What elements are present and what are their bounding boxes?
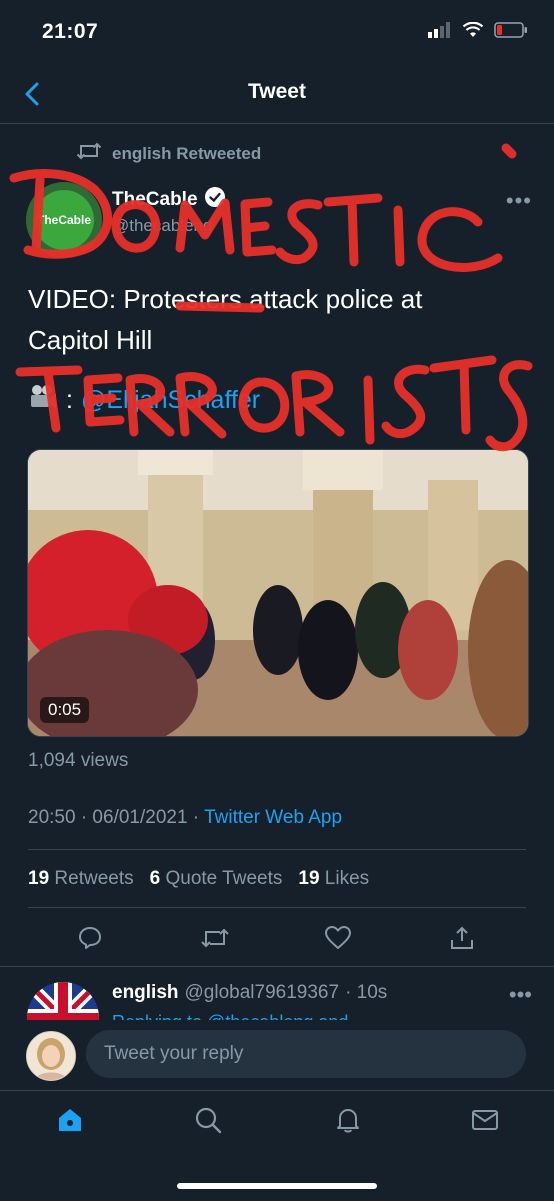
actions-divider bbox=[0, 966, 554, 967]
retweet-context[interactable]: english Retweeted bbox=[76, 140, 261, 167]
user-avatar-image bbox=[27, 1032, 75, 1080]
tab-home[interactable] bbox=[52, 1104, 88, 1140]
like-button[interactable] bbox=[318, 922, 358, 958]
tweet-time: 20:50 · 06/01/2021 · bbox=[28, 807, 205, 828]
retweet-icon bbox=[76, 140, 102, 167]
camera-icon bbox=[28, 383, 58, 418]
tweet-source-link[interactable]: Twitter Web App bbox=[204, 807, 342, 828]
status-time: 21:07 bbox=[42, 20, 99, 43]
reply-button[interactable] bbox=[70, 922, 110, 958]
reply-input[interactable]: Tweet your reply bbox=[86, 1030, 526, 1078]
battery-icon bbox=[494, 22, 528, 43]
header-divider bbox=[0, 123, 554, 124]
tweet-credit: : @ElijahSchaffer bbox=[28, 383, 260, 418]
retweet-button[interactable] bbox=[195, 922, 235, 958]
mail-icon bbox=[470, 1105, 500, 1140]
bell-icon bbox=[333, 1105, 363, 1140]
home-indicator bbox=[177, 1183, 377, 1189]
retweet-label: english Retweeted bbox=[112, 143, 262, 163]
tab-search[interactable] bbox=[190, 1104, 226, 1140]
author-name-row[interactable]: TheCable bbox=[112, 186, 226, 214]
verified-icon bbox=[204, 186, 226, 214]
credit-handle-link[interactable]: @ElijahSchaffer bbox=[81, 386, 260, 415]
search-icon bbox=[193, 1105, 223, 1140]
quotes-stat[interactable]: 6 Quote Tweets bbox=[150, 868, 283, 890]
signal-icon bbox=[428, 22, 452, 43]
like-icon bbox=[324, 925, 352, 956]
home-icon bbox=[55, 1105, 85, 1140]
user-avatar[interactable] bbox=[26, 1031, 76, 1081]
share-icon bbox=[449, 925, 475, 956]
video-player[interactable] bbox=[27, 449, 529, 737]
credit-prefix: : bbox=[66, 386, 73, 414]
author-name: TheCable bbox=[112, 189, 198, 210]
tweet-text-line-2: Capitol Hill bbox=[28, 325, 153, 355]
stats-divider-bottom bbox=[28, 907, 526, 908]
reply-icon bbox=[77, 925, 103, 956]
reply-preview-text: Replying to @thecableng and bbox=[112, 1012, 348, 1020]
view-count: 1,094 views bbox=[28, 750, 129, 771]
action-bar bbox=[0, 922, 554, 962]
author-handle[interactable]: @thecableng bbox=[112, 216, 212, 236]
tweet-text-line-1: VIDEO: Protesters attack police at bbox=[28, 284, 423, 314]
tweet-timestamp: 20:50 · 06/01/2021 · Twitter Web App bbox=[28, 807, 342, 829]
retweet-icon bbox=[200, 925, 230, 956]
video-duration: 0:05 bbox=[40, 697, 90, 723]
likes-stat[interactable]: 19 Likes bbox=[298, 868, 369, 890]
author-avatar[interactable]: TheCable bbox=[26, 182, 102, 258]
tab-messages[interactable] bbox=[467, 1104, 503, 1140]
reply-author-name: english bbox=[112, 982, 179, 1003]
share-button[interactable] bbox=[442, 922, 482, 958]
retweets-stat[interactable]: 19 Retweets bbox=[28, 868, 134, 890]
reply-author-handle: @global79619367 bbox=[184, 982, 340, 1003]
more-icon[interactable]: ••• bbox=[506, 188, 532, 214]
tweet-stats: 19 Retweets 6 Quote Tweets 19 Likes bbox=[28, 868, 369, 890]
page-title: Tweet bbox=[248, 80, 306, 103]
author-avatar-text: TheCable bbox=[34, 190, 94, 250]
status-icons bbox=[428, 21, 528, 43]
video-frame bbox=[28, 450, 528, 736]
reply-more-icon[interactable]: ••• bbox=[509, 982, 532, 1008]
reply-time: · 10s bbox=[345, 982, 388, 1003]
tab-notifications[interactable] bbox=[330, 1104, 366, 1140]
stats-divider-top bbox=[28, 849, 526, 850]
reply-author-row[interactable]: english @global79619367 · 10s bbox=[112, 982, 387, 1004]
wifi-icon bbox=[462, 21, 484, 43]
